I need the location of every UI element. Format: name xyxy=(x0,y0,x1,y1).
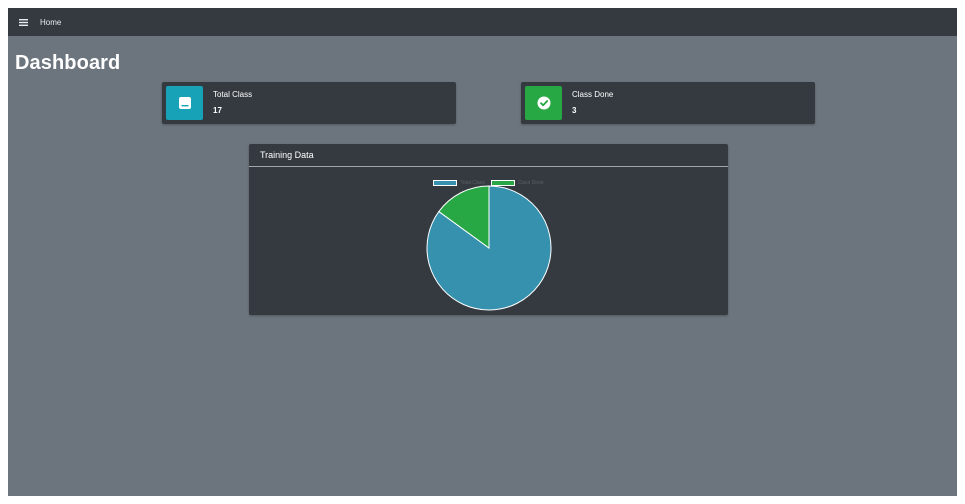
chart-area: Total Class Class Done xyxy=(249,167,728,314)
top-navbar: Home xyxy=(8,8,957,36)
app-window: Home Dashboard Total Class 17 Class Done… xyxy=(8,8,957,496)
book-icon xyxy=(178,97,191,109)
training-data-panel: Training Data Total Class Class Done xyxy=(249,144,728,315)
class-done-value: 3 xyxy=(572,106,577,115)
total-class-card: Total Class 17 xyxy=(162,82,456,124)
total-class-icon-box xyxy=(166,86,203,120)
total-class-value: 17 xyxy=(213,106,222,115)
total-class-label: Total Class xyxy=(213,90,253,99)
hamburger-menu-icon xyxy=(18,18,28,26)
class-done-icon-box xyxy=(525,86,562,120)
page-title: Dashboard xyxy=(15,52,121,74)
class-done-card: Class Done 3 xyxy=(521,82,815,124)
pie-chart xyxy=(426,185,552,311)
class-done-label: Class Done xyxy=(572,90,614,99)
check-circle-icon xyxy=(537,96,550,110)
menu-toggle-button[interactable] xyxy=(8,8,38,36)
nav-home-link[interactable]: Home xyxy=(40,18,61,27)
panel-header: Training Data xyxy=(249,144,728,167)
panel-title: Training Data xyxy=(260,150,314,160)
